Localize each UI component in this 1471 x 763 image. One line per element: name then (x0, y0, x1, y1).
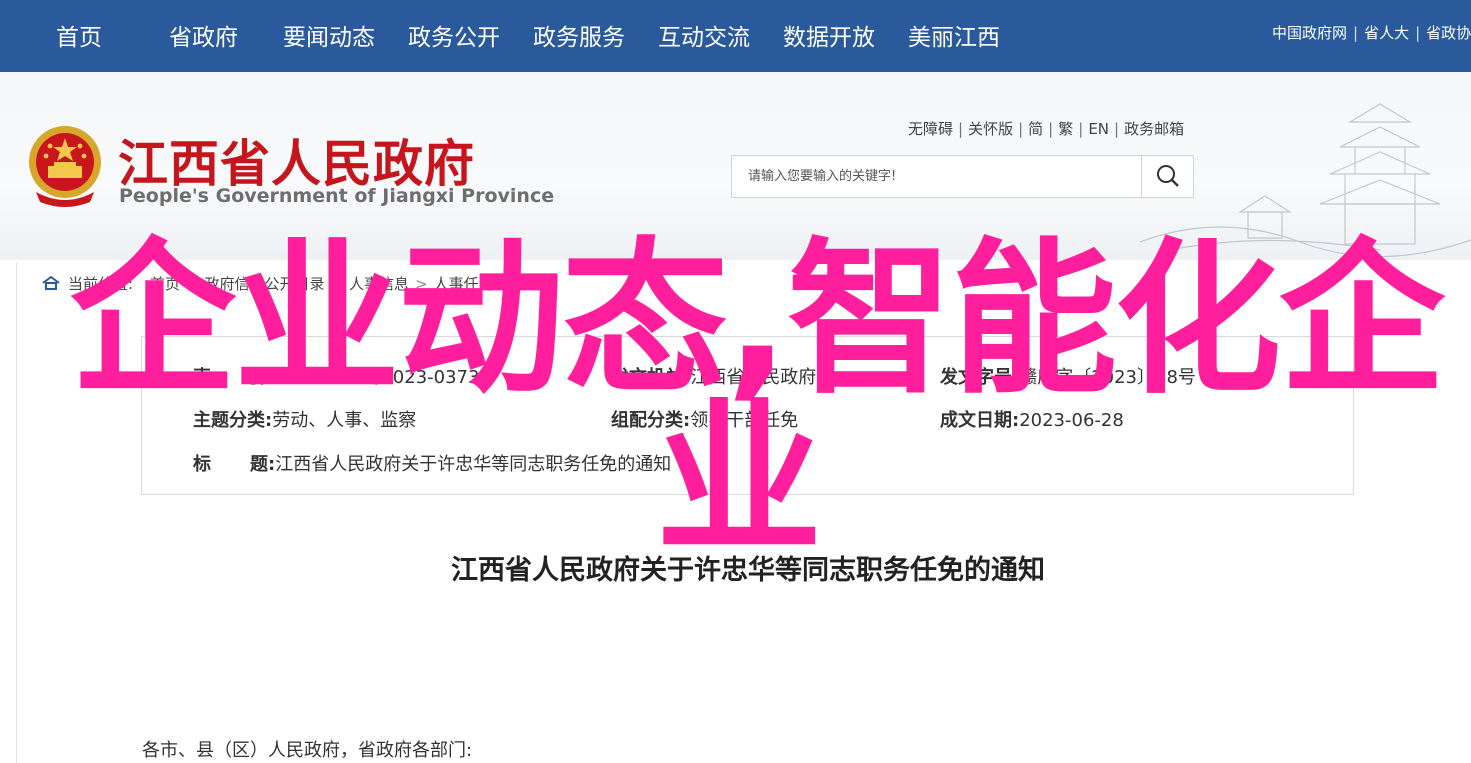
search-icon (1157, 165, 1179, 187)
info-label: 标 (193, 454, 211, 475)
info-title: 标 题:江西省人民政府关于许忠华等同志职务任免的通知 (193, 450, 671, 476)
site-subtitle: People's Government of Jiangxi Province (119, 185, 555, 207)
divider: | (958, 120, 964, 138)
search-input[interactable] (732, 156, 1142, 197)
link-accessibility[interactable]: 无障碍 (908, 120, 953, 138)
divider: | (1018, 120, 1024, 138)
utility-links: 无障碍 | 关怀版 | 简 | 繁 | EN | 政务邮箱 (908, 118, 1184, 139)
link-provincial-congress[interactable]: 省人大 (1364, 24, 1409, 42)
search-button[interactable] (1141, 156, 1193, 197)
link-simplified[interactable]: 简 (1028, 120, 1043, 138)
nav-item-interaction[interactable]: 互动交流 (658, 18, 750, 52)
top-external-links: 中国政府网 | 省人大 | 省政协 (1272, 22, 1471, 43)
link-traditional[interactable]: 繁 (1058, 120, 1073, 138)
nav-item-open-data[interactable]: 数据开放 (783, 18, 875, 52)
national-emblem-icon (29, 126, 101, 207)
top-nav-bar: 首页 省政府 要闻动态 政务公开 政务服务 互动交流 数据开放 美丽江西 中国政… (0, 0, 1471, 72)
info-value: 江西省人民政府关于许忠华等同志职务任免的通知 (275, 454, 672, 475)
link-provincial-cppcc[interactable]: 省政协 (1426, 24, 1471, 42)
article-salutation: 各市、县（区）人民政府，省政府各部门: (142, 740, 473, 761)
nav-item-home[interactable]: 首页 (56, 18, 102, 52)
divider: | (1353, 24, 1359, 42)
overlay-text: 企业动态,智能化企 (70, 224, 1445, 417)
link-gov-mail[interactable]: 政务邮箱 (1124, 120, 1184, 138)
search-box (731, 155, 1194, 198)
divider: | (1114, 120, 1120, 138)
nav-item-news[interactable]: 要闻动态 (283, 18, 375, 52)
link-english[interactable]: EN (1088, 120, 1109, 138)
divider: | (1078, 120, 1084, 138)
divider: | (1415, 24, 1421, 42)
divider: | (1048, 120, 1054, 138)
home-icon (42, 276, 60, 290)
nav-item-beautiful-jiangxi[interactable]: 美丽江西 (908, 18, 1000, 52)
link-china-gov[interactable]: 中国政府网 (1272, 24, 1347, 42)
info-label: 题: (250, 454, 276, 475)
nav-item-gov-services[interactable]: 政务服务 (533, 18, 625, 52)
overlay-text: 业 (656, 384, 822, 577)
link-care-mode[interactable]: 关怀版 (968, 120, 1013, 138)
nav-item-provincial-gov[interactable]: 省政府 (169, 18, 238, 52)
nav-item-gov-affairs-open[interactable]: 政务公开 (408, 18, 500, 52)
